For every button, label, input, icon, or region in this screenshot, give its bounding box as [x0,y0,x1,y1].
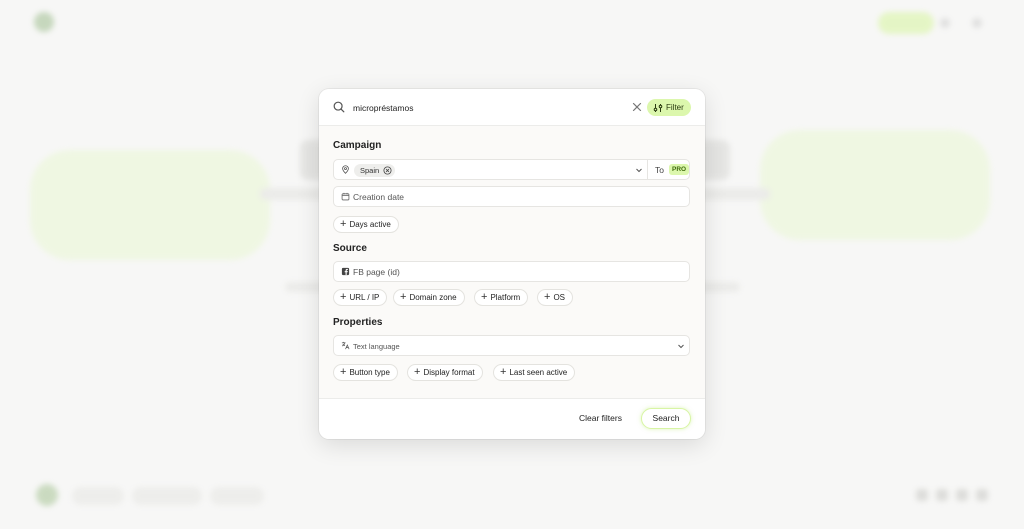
fb-page-placeholder: FB page (id) [353,267,400,277]
search-button[interactable]: Search [641,408,691,429]
background-footer-logo-icon [36,484,58,506]
platform-chip[interactable]: + Platform [474,289,529,306]
chip-label: Display format [423,368,475,377]
chip-label: Last seen active [509,368,568,377]
background-menu-icon [940,18,950,28]
chevron-down-icon[interactable] [677,342,685,350]
last-seen-active-chip[interactable]: + Last seen active [493,364,576,381]
filter-button[interactable]: Filter [647,99,691,116]
creation-date-field[interactable]: Creation date [333,186,690,207]
background-footer-pill [210,487,264,505]
plus-icon: + [340,218,347,230]
fb-page-field[interactable]: FB page (id) [333,261,690,282]
plus-icon: + [414,366,421,378]
chip-label: Domain zone [409,293,457,302]
chip-label: Platform [490,293,521,302]
properties-section-title: Properties [333,317,383,328]
background-footer-pill [132,487,202,505]
url-ip-chip[interactable]: + URL / IP [333,289,388,306]
background-decor [760,130,990,240]
os-chip[interactable]: + OS [537,289,573,306]
pro-badge: PRO [669,164,690,175]
sliders-icon [653,103,663,112]
close-icon[interactable] [631,101,643,113]
map-pin-icon [342,165,349,174]
creation-date-placeholder: Creation date [353,192,405,202]
calendar-icon [341,192,350,201]
search-input[interactable] [353,98,613,117]
filter-modal: Filter Campaign Spain To PRO [319,89,705,439]
country-tag-label: Spain [360,166,380,175]
search-icon [333,101,345,113]
chip-label: OS [553,293,565,302]
chip-label: Button type [349,368,390,377]
filter-button-label: Filter [666,103,684,112]
text-language-select[interactable]: Text language [333,335,690,356]
background-footer-icons [916,489,988,501]
plus-icon: + [500,366,507,378]
search-bar: Filter [319,89,705,126]
background-cta-button [878,12,934,34]
days-active-chip[interactable]: + Days active [333,216,399,233]
location-select[interactable]: Spain To PRO [333,159,690,180]
text-language-placeholder: Text language [353,342,400,351]
plus-icon: + [481,291,488,303]
to-label: To [655,165,664,175]
facebook-icon [341,267,350,276]
remove-tag-icon[interactable] [383,166,392,175]
plus-icon: + [340,291,347,303]
campaign-section-title: Campaign [333,140,382,151]
display-format-chip[interactable]: + Display format [407,364,483,381]
chip-label: Days active [349,220,391,229]
plus-icon: + [544,291,551,303]
domain-zone-chip[interactable]: + Domain zone [393,289,465,306]
background-logo-icon [34,12,54,32]
country-tag: Spain [354,164,396,177]
background-decor [30,150,270,260]
modal-footer: Clear filters Search [319,398,705,439]
plus-icon: + [400,291,407,303]
button-type-chip[interactable]: + Button type [333,364,398,381]
source-section-title: Source [333,243,367,254]
field-divider [647,160,648,179]
plus-icon: + [340,366,347,378]
background-footer [36,484,988,508]
translate-icon [341,341,350,350]
background-header [30,10,994,38]
chevron-down-icon[interactable] [635,166,643,174]
background-user-icon [972,18,982,28]
chip-label: URL / IP [349,293,380,302]
clear-filters-button[interactable]: Clear filters [579,413,622,423]
background-footer-pill [72,487,124,505]
